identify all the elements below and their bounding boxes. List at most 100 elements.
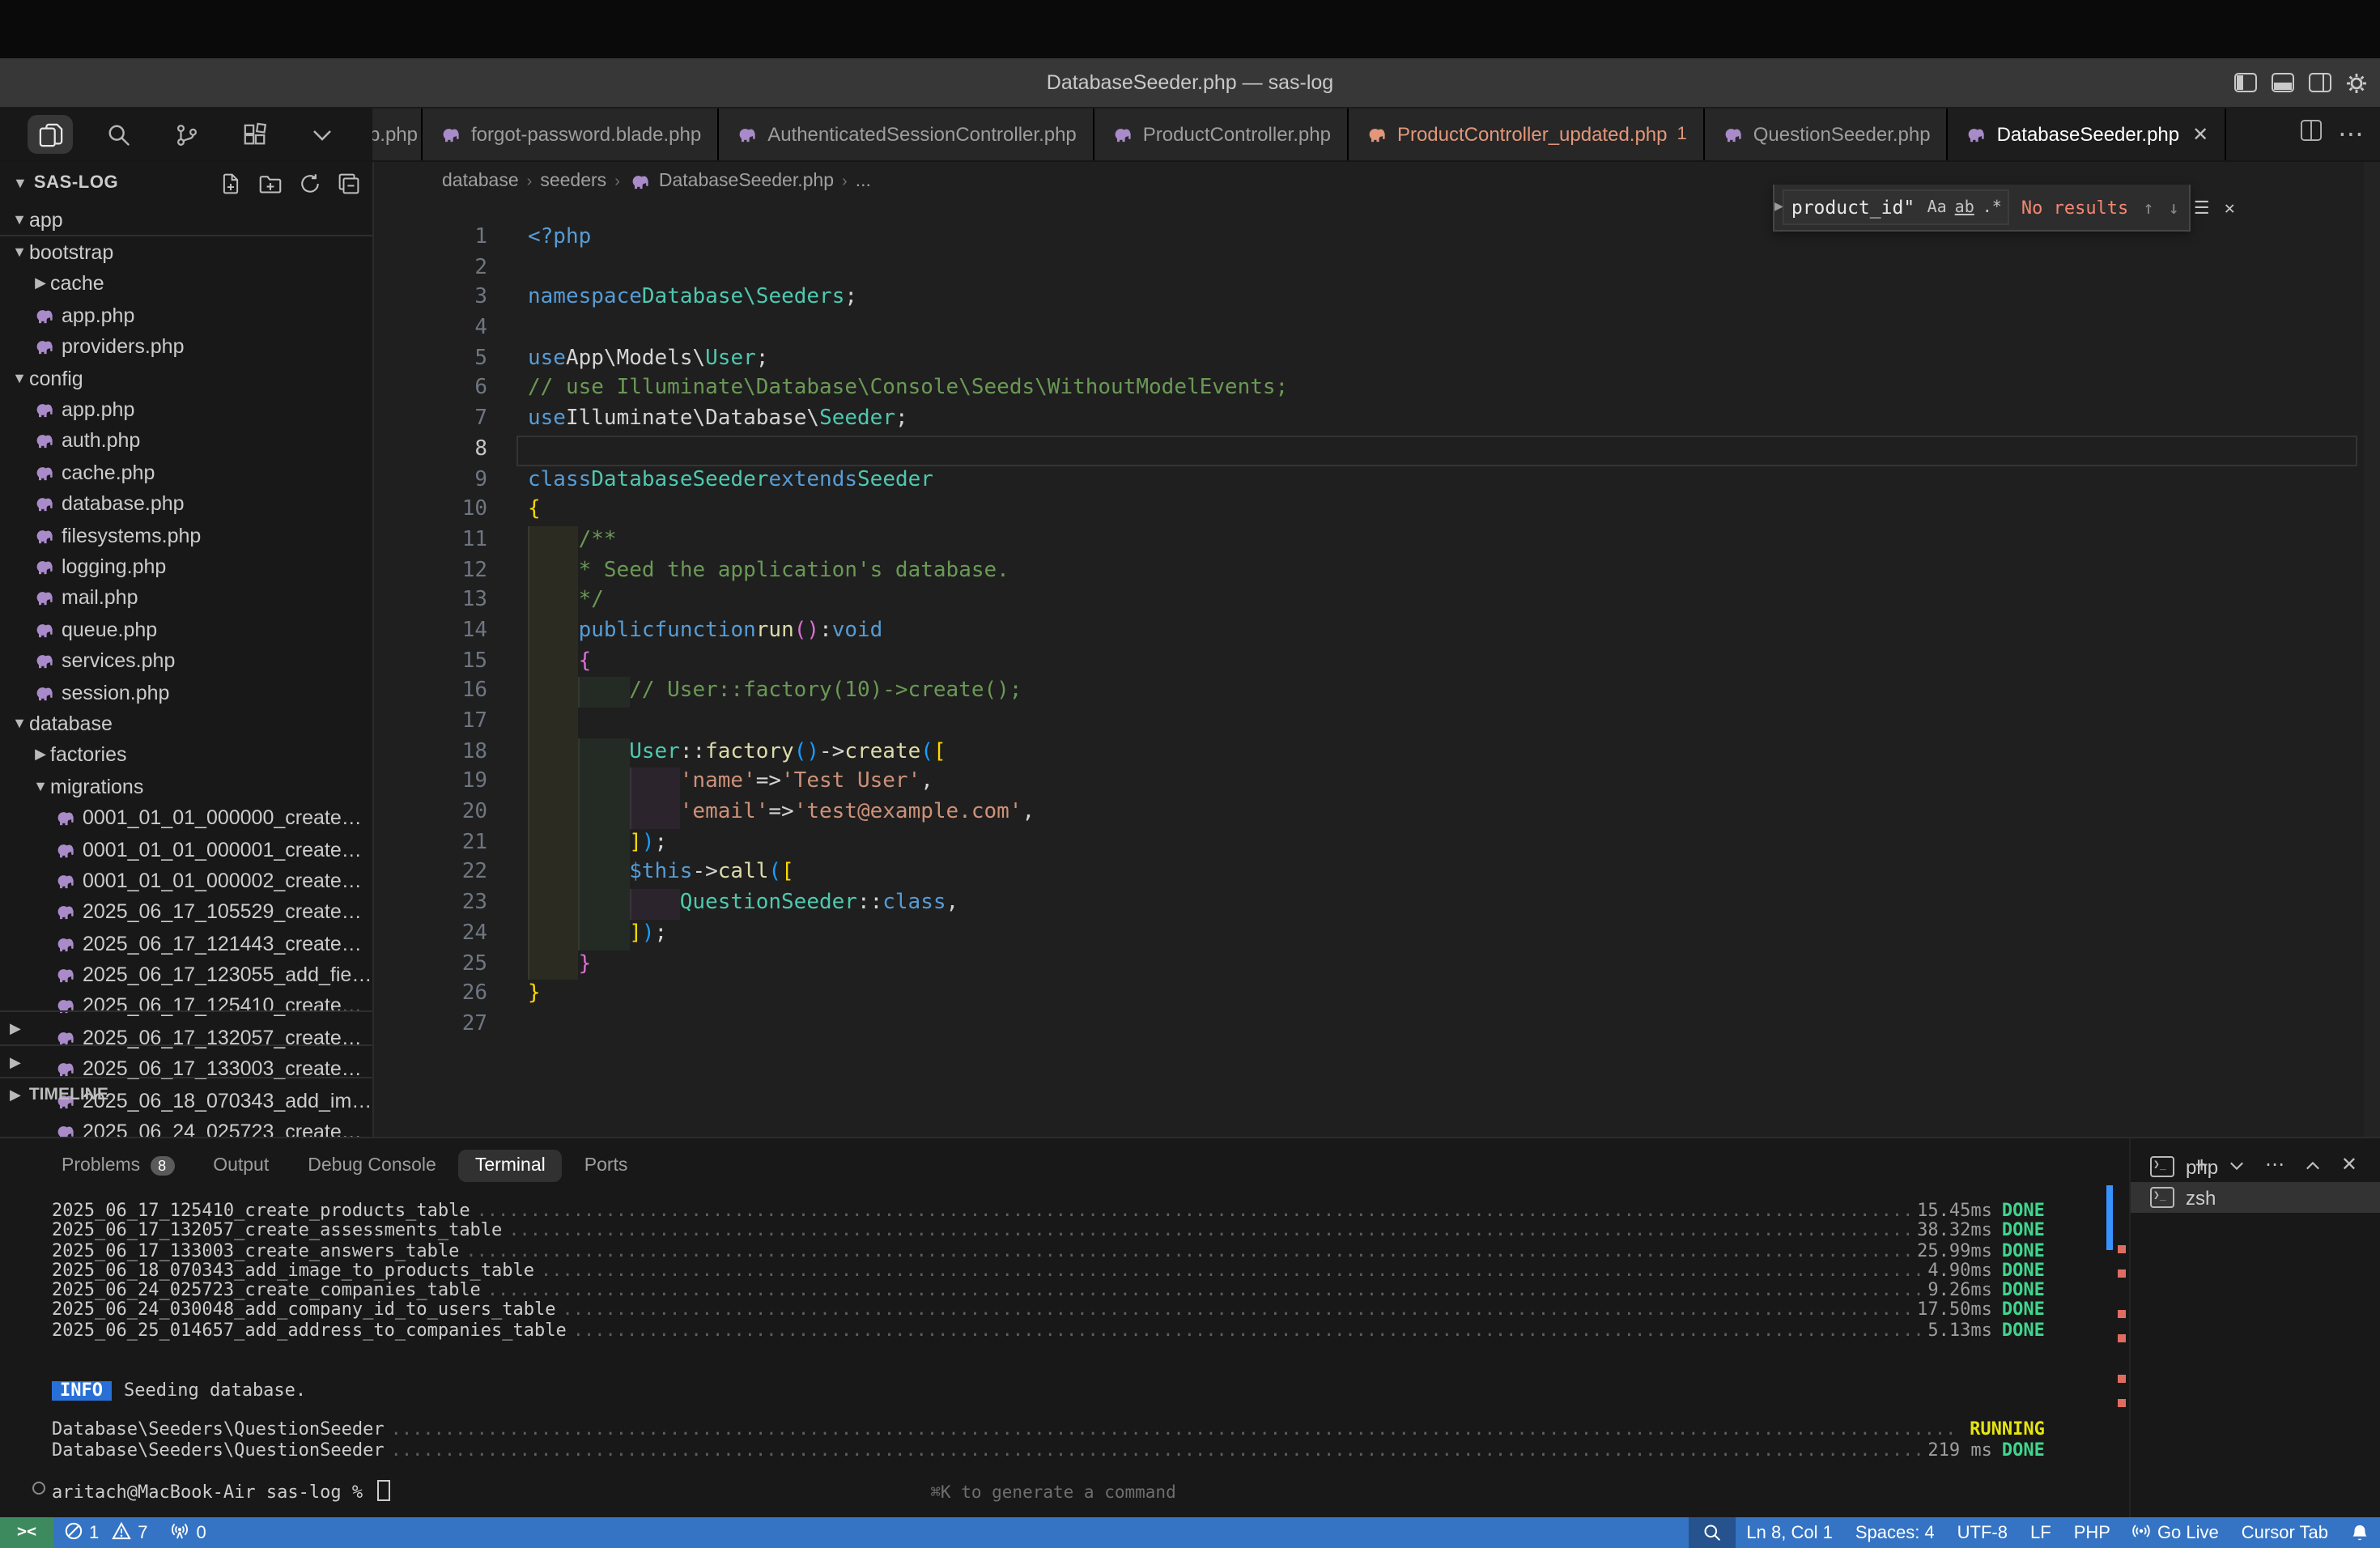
tab-questionseeder-php[interactable]: QuestionSeeder.php <box>1705 108 1949 160</box>
tab-authenticatedsessioncontroller-php[interactable]: AuthenticatedSessionController.php <box>719 108 1094 160</box>
folder-bootstrap[interactable]: ▼bootstrap <box>0 237 372 269</box>
folder-config[interactable]: ▼config <box>0 363 372 394</box>
new-folder-icon[interactable] <box>259 172 282 194</box>
layout-sidebar-right-icon[interactable] <box>2309 73 2331 92</box>
language-mode[interactable]: PHP <box>2063 1517 2122 1548</box>
file-2025-06-24-025723-create-compan-[interactable]: 2025_06_24_025723_create_compan... <box>0 1116 372 1137</box>
folder-migrations[interactable]: ▼migrations <box>0 771 372 802</box>
find-input[interactable]: product_id" v Aa ab .* <box>1783 189 2010 225</box>
ports-status[interactable]: 0 <box>159 1517 218 1548</box>
encoding[interactable]: UTF-8 <box>1946 1517 2019 1548</box>
more-actions-icon[interactable]: ⋯ <box>2265 1153 2284 1176</box>
indentation[interactable]: Spaces: 4 <box>1844 1517 1946 1548</box>
refresh-icon[interactable] <box>300 172 321 194</box>
toggle-replace-chevron-icon[interactable]: ▶ <box>1774 199 1783 215</box>
panel-tab-debug-console[interactable]: Debug Console <box>291 1149 453 1181</box>
breadcrumb-item[interactable]: ... <box>856 172 871 191</box>
breadcrumb-item[interactable]: database <box>442 172 519 191</box>
panel-tab-terminal[interactable]: Terminal <box>459 1149 562 1181</box>
search-status[interactable] <box>1688 1517 1735 1548</box>
file-0001-01-01-000000-create-users-ta-[interactable]: 0001_01_01_000000_create_users_ta... <box>0 802 372 834</box>
tab-databaseseeder-php[interactable]: DatabaseSeeder.php✕ <box>1949 108 2227 160</box>
breadcrumb-item[interactable]: seeders <box>540 172 606 191</box>
migration-name: 2025_06_17_133003_create_answers_table <box>52 1241 459 1261</box>
new-terminal-icon[interactable]: + <box>2195 1151 2208 1177</box>
close-icon[interactable]: ✕ <box>2192 123 2208 146</box>
sidebar-section-collapsed-1[interactable]: ▶ <box>0 1010 372 1044</box>
file-0001-01-01-000001-create-cache-ta-[interactable]: 0001_01_01_000001_create_cache_ta... <box>0 834 372 865</box>
find-in-selection-icon[interactable]: ☰ <box>2194 197 2210 218</box>
file-2025-06-17-121443-create-questions-[interactable]: 2025_06_17_121443_create_questions... <box>0 928 372 959</box>
file-logging-php[interactable]: logging.php <box>0 551 372 583</box>
panel-tab-ports[interactable]: Ports <box>568 1149 644 1181</box>
panel-tab-problems[interactable]: Problems8 <box>45 1149 190 1181</box>
file-app-php[interactable]: app.php <box>0 300 372 331</box>
regex-icon[interactable]: .* <box>1983 198 2002 216</box>
maximize-panel-icon[interactable] <box>2306 1153 2320 1176</box>
file-mail-php[interactable]: mail.php <box>0 582 372 614</box>
file-filesystems-php[interactable]: filesystems.php <box>0 520 372 551</box>
code-line: 16// User::factory(10)->create(); <box>374 678 2380 708</box>
extensions-icon[interactable] <box>232 115 277 154</box>
terminal-instance-zsh[interactable]: ❯_zsh <box>2131 1182 2380 1213</box>
editor-scrollbar[interactable] <box>2364 162 2380 1137</box>
file-2025-06-17-123055-add-fields-to-u-[interactable]: 2025_06_17_123055_add_fields_to_u... <box>0 959 372 991</box>
line-number: 18 <box>374 738 528 768</box>
line-number: 4 <box>374 314 528 344</box>
sidebar-section-timeline[interactable]: ▶ TIMELINE <box>0 1077 372 1111</box>
folder-database[interactable]: ▼database <box>0 708 372 740</box>
php-elephant-icon <box>53 965 75 985</box>
whole-word-icon[interactable]: ab <box>1955 198 1974 216</box>
files-icon[interactable] <box>28 115 73 154</box>
layout-sidebar-left-icon[interactable] <box>2234 73 2257 92</box>
cursor-position[interactable]: Ln 8, Col 1 <box>1735 1517 1843 1548</box>
panel-tab-output[interactable]: Output <box>197 1149 285 1181</box>
tab-productcontroller-updated-php[interactable]: ProductController_updated.php1 <box>1349 108 1705 160</box>
tab-forgot-password-blade-php[interactable]: forgot-password.blade.php <box>423 108 719 160</box>
sidebar-section-collapsed-2[interactable]: ▶ <box>0 1044 372 1078</box>
eol-sequence[interactable]: LF <box>2019 1517 2063 1548</box>
launch-profile-chevron-icon[interactable] <box>2229 1153 2244 1176</box>
file-0001-01-01-000002-create-jobs-tab-[interactable]: 0001_01_01_000002_create_jobs_tab... <box>0 865 372 896</box>
source-control-icon[interactable] <box>164 115 209 154</box>
file-providers-php[interactable]: providers.php <box>0 331 372 363</box>
file-database-php[interactable]: database.php <box>0 488 372 520</box>
go-live-label: Go Live <box>2157 1523 2219 1542</box>
chevron-down-icon[interactable] <box>300 115 345 154</box>
scrollbar-thumb[interactable] <box>2106 1185 2113 1250</box>
next-match-icon[interactable]: ↓ <box>2169 197 2179 218</box>
file-2025-06-17-105529-create-question-[interactable]: 2025_06_17_105529_create_question... <box>0 896 372 928</box>
more-actions-icon[interactable]: ⋯ <box>2338 118 2364 151</box>
file-services-php[interactable]: services.php <box>0 645 372 677</box>
match-case-icon[interactable]: Aa <box>1927 198 1947 216</box>
tab-productcontroller-php[interactable]: ProductController.php <box>1094 108 1349 160</box>
chevron-down-icon[interactable]: ▼ <box>13 175 28 191</box>
file-session-php[interactable]: session.php <box>0 677 372 708</box>
code-editor[interactable]: 1<?php23namespace Database\Seeders;45use… <box>374 201 2380 1137</box>
remote-indicator[interactable]: >< <box>0 1517 53 1548</box>
problems-status[interactable]: 1 7 <box>53 1517 159 1548</box>
file-auth-php[interactable]: auth.php <box>0 425 372 457</box>
line-number: 25 <box>374 950 528 980</box>
file-queue-php[interactable]: queue.php <box>0 614 372 645</box>
file-cache-php[interactable]: cache.php <box>0 457 372 488</box>
breadcrumb-item[interactable]: DatabaseSeeder.php <box>659 172 834 191</box>
close-icon[interactable]: ✕ <box>2225 197 2235 218</box>
go-live-button[interactable]: Go Live <box>2122 1517 2230 1548</box>
collapse-all-icon[interactable] <box>338 172 359 194</box>
file-app-php[interactable]: app.php <box>0 394 372 426</box>
folder-cache[interactable]: ▶cache <box>0 269 372 300</box>
close-panel-icon[interactable]: ✕ <box>2341 1153 2357 1176</box>
split-editor-icon[interactable] <box>2301 120 2322 149</box>
folder-factories[interactable]: ▶factories <box>0 739 372 771</box>
customize-layout-icon[interactable] <box>2346 72 2367 93</box>
layout-panel-icon[interactable] <box>2272 73 2294 92</box>
prev-match-icon[interactable]: ↑ <box>2143 197 2153 218</box>
tab-b-php[interactable]: b.php <box>372 108 423 160</box>
bell-icon[interactable] <box>2340 1517 2380 1548</box>
search-icon[interactable] <box>96 115 141 154</box>
cursor-tab-status[interactable]: Cursor Tab <box>2230 1517 2340 1548</box>
folder-app[interactable]: ▼app <box>0 204 372 236</box>
terminal[interactable]: 2025_06_17_125410_create_products_table.… <box>0 1192 2106 1517</box>
new-file-icon[interactable] <box>220 172 241 194</box>
